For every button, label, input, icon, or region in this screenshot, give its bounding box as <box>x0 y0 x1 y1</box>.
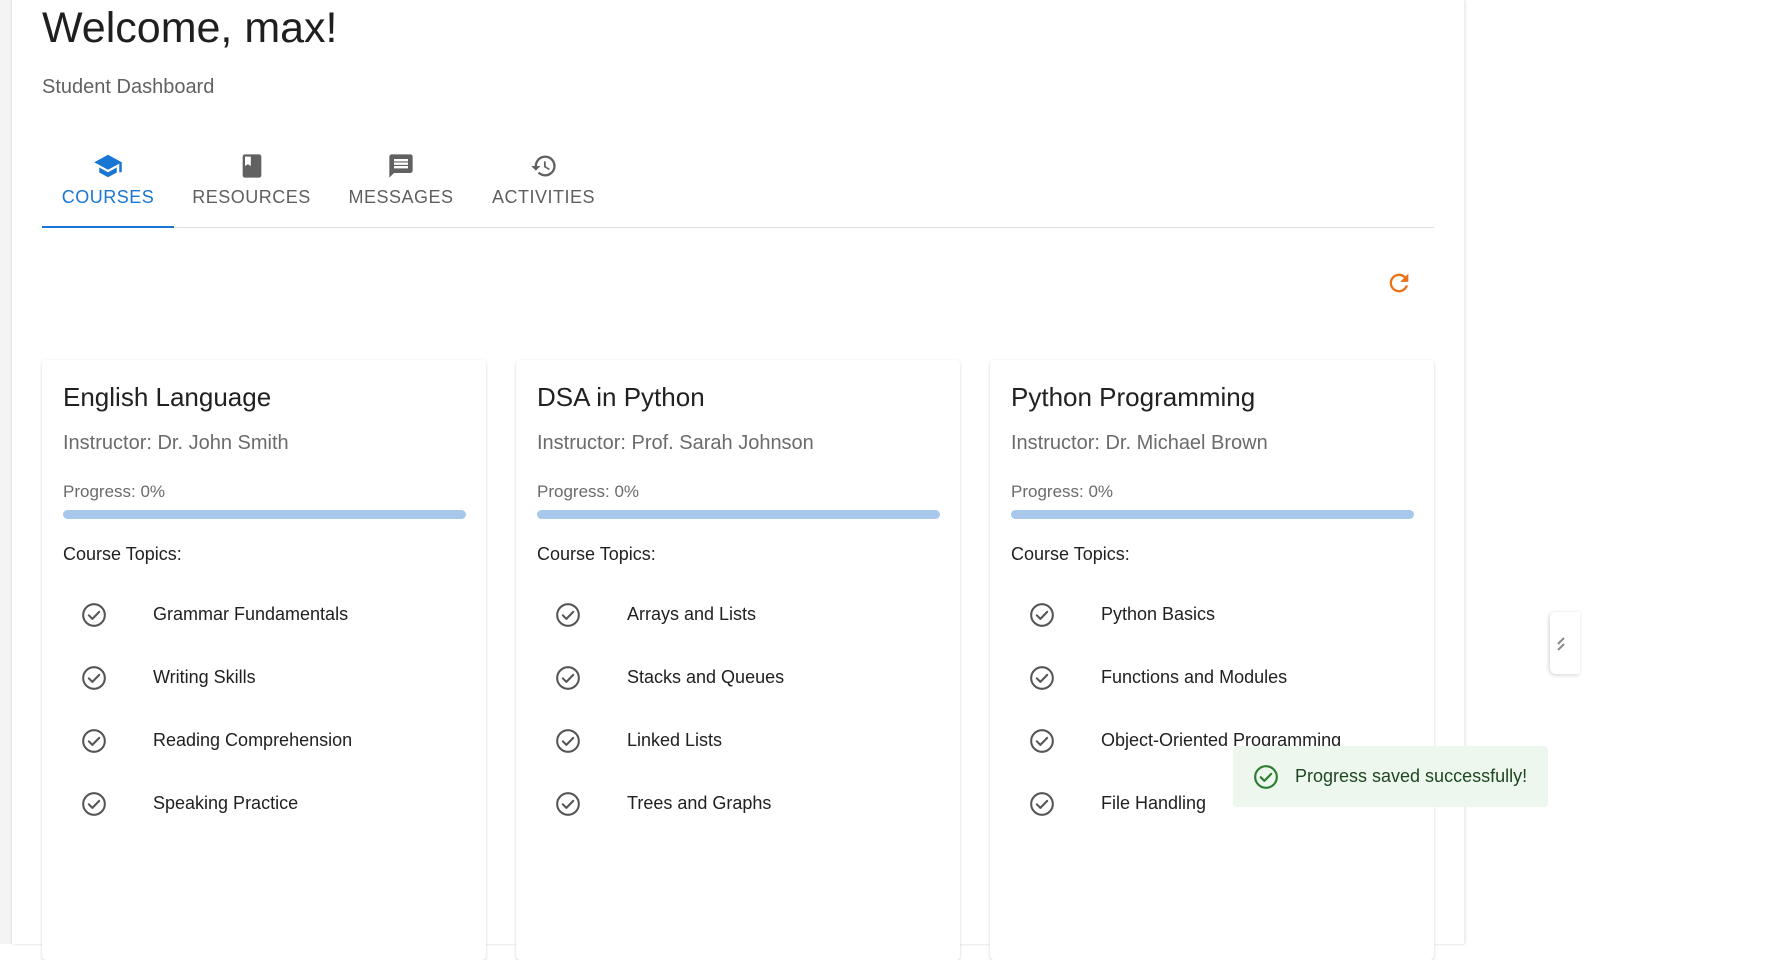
tab-label: MESSAGES <box>348 187 454 207</box>
topics-label: Course Topics: <box>63 544 182 564</box>
check-circle-icon <box>1030 792 1054 816</box>
topic-label: Writing Skills <box>153 667 256 687</box>
check-circle-icon <box>82 666 106 690</box>
progress-bar <box>63 510 466 519</box>
course-title: DSA in Python <box>537 382 705 412</box>
check-circle-icon <box>82 603 106 627</box>
topic-item: Python Basics <box>1011 593 1411 637</box>
course-instructor: Instructor: Dr. John Smith <box>63 432 289 454</box>
progress-bar <box>537 510 940 519</box>
tab-label: COURSES <box>61 187 155 207</box>
topic-label: Grammar Fundamentals <box>153 604 349 624</box>
check-circle-icon <box>1254 764 1278 789</box>
drag-handle-icon <box>1557 637 1565 651</box>
course-instructor: Instructor: Dr. Michael Brown <box>1011 432 1268 454</box>
topic-item: Reading Comprehension <box>63 719 463 763</box>
tab-resources[interactable]: RESOURCES <box>174 140 329 226</box>
school-icon <box>93 151 123 181</box>
success-toast: Progress saved successfully! <box>1233 746 1548 807</box>
topic-item: Writing Skills <box>63 656 463 700</box>
progress-label: Progress: 0% <box>1011 482 1114 501</box>
check-circle-icon <box>556 603 580 627</box>
course-card: English Language Instructor: Dr. John Sm… <box>42 360 486 960</box>
check-circle-icon <box>556 666 580 690</box>
progress-bar <box>1011 510 1414 519</box>
toast-message: Progress saved successfully! <box>1295 766 1528 786</box>
course-title: Python Programming <box>1011 382 1256 412</box>
check-circle-icon <box>82 729 106 753</box>
progress-label: Progress: 0% <box>63 482 166 501</box>
topic-label: Reading Comprehension <box>153 730 353 750</box>
book-icon <box>238 151 266 181</box>
topic-label: Linked Lists <box>627 730 723 750</box>
message-icon <box>387 151 415 181</box>
topic-label: Stacks and Queues <box>627 667 785 687</box>
topic-item: Stacks and Queues <box>537 656 937 700</box>
refresh-button[interactable] <box>1380 264 1418 302</box>
topic-label: Python Basics <box>1101 604 1216 624</box>
page-title: Welcome, max! <box>42 4 338 52</box>
refresh-icon <box>1389 273 1409 293</box>
tab-label: RESOURCES <box>192 187 311 207</box>
tab-activities[interactable]: ACTIVITIES <box>473 140 614 226</box>
check-circle-icon <box>1030 666 1054 690</box>
topic-label: Functions and Modules <box>1101 667 1288 687</box>
course-card: Python Programming Instructor: Dr. Micha… <box>990 360 1434 960</box>
topic-item: Grammar Fundamentals <box>63 593 463 637</box>
tab-messages[interactable]: MESSAGES <box>329 140 473 226</box>
page-subtitle: Student Dashboard <box>42 76 215 98</box>
side-drawer-handle[interactable] <box>1550 612 1580 674</box>
check-circle-icon <box>556 792 580 816</box>
check-circle-icon <box>1030 729 1054 753</box>
topic-label: File Handling <box>1101 793 1207 813</box>
tab-bar: COURSES RESOURCES MESSAGES ACTIVITIES <box>42 140 1434 228</box>
topics-label: Course Topics: <box>1011 544 1130 564</box>
topic-item: Speaking Practice <box>63 782 463 826</box>
history-icon <box>530 151 558 181</box>
progress-label: Progress: 0% <box>537 482 640 501</box>
topic-label: Speaking Practice <box>153 793 299 813</box>
topic-label: Trees and Graphs <box>627 793 772 813</box>
topic-item: Functions and Modules <box>1011 656 1411 700</box>
topic-label: Arrays and Lists <box>627 604 757 624</box>
topic-item: Arrays and Lists <box>537 593 937 637</box>
check-circle-icon <box>1030 603 1054 627</box>
tab-label: ACTIVITIES <box>491 187 595 207</box>
topic-item: Linked Lists <box>537 719 937 763</box>
check-circle-icon <box>82 792 106 816</box>
course-instructor: Instructor: Prof. Sarah Johnson <box>537 432 814 454</box>
topics-label: Course Topics: <box>537 544 656 564</box>
tab-courses[interactable]: COURSES <box>42 140 174 226</box>
course-title: English Language <box>63 382 272 412</box>
course-card: DSA in Python Instructor: Prof. Sarah Jo… <box>516 360 960 960</box>
active-tab-indicator <box>42 226 174 228</box>
page-gutter <box>0 0 12 944</box>
topic-item: Trees and Graphs <box>537 782 937 826</box>
check-circle-icon <box>556 729 580 753</box>
